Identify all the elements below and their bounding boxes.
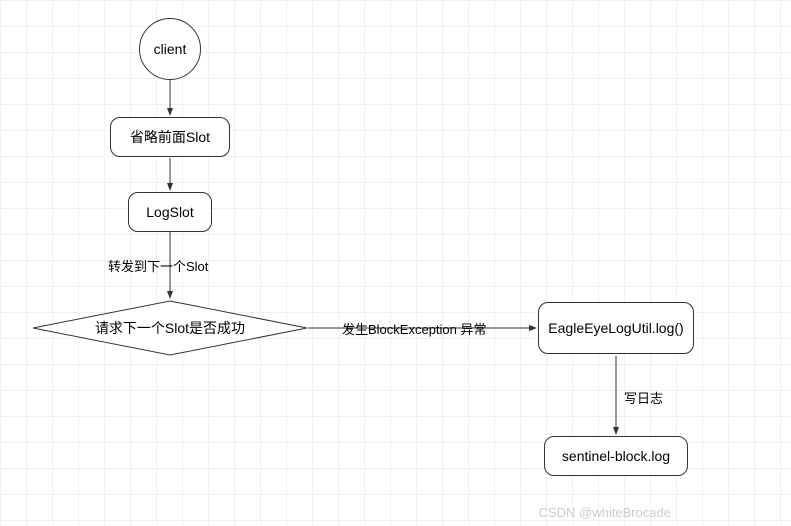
edge-label-forward-text: 转发到下一个Slot [108, 259, 208, 274]
node-omit-slot: 省略前面Slot [110, 117, 230, 157]
node-client: client [139, 18, 201, 80]
node-decision: 请求下一个Slot是否成功 [32, 300, 308, 356]
edge-label-exception: 发生BlockException 异常 [342, 319, 487, 338]
edge-label-writelog-text: 写日志 [624, 391, 663, 406]
edge-label-exception-text: 发生BlockException 异常 [342, 322, 487, 337]
node-eagle-label: EagleEyeLogUtil.log() [548, 319, 683, 337]
node-logslot-label: LogSlot [146, 204, 193, 220]
node-eagle: EagleEyeLogUtil.log() [538, 302, 694, 354]
node-sentinel-label: sentinel-block.log [562, 448, 670, 464]
node-decision-label: 请求下一个Slot是否成功 [95, 318, 245, 338]
node-client-label: client [154, 41, 187, 57]
node-sentinel: sentinel-block.log [544, 436, 688, 476]
edge-label-writelog: 写日志 [624, 388, 663, 407]
node-logslot: LogSlot [128, 192, 212, 232]
node-omit-label: 省略前面Slot [130, 127, 210, 147]
watermark-text: CSDN @whiteBrocade [539, 505, 671, 520]
edge-label-forward: 转发到下一个Slot [108, 256, 208, 275]
watermark: CSDN @whiteBrocade [539, 505, 671, 520]
